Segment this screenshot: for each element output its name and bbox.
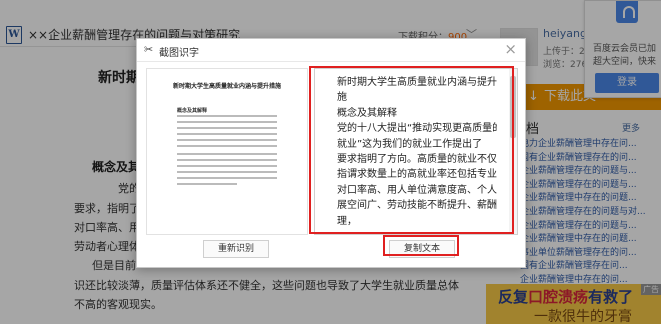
thumbnail-text-line	[177, 133, 277, 135]
thumbnail-text-line	[177, 159, 277, 161]
thumbnail-text-line	[177, 121, 277, 123]
thumbnail-text-line	[177, 115, 277, 117]
close-icon[interactable]: ×	[504, 40, 517, 58]
dialog-title: 截图识字	[159, 48, 199, 59]
highlight-box	[309, 66, 514, 234]
thumbnail-text-line	[177, 177, 277, 179]
thumbnail-title: 新时期大学生高质量就业内涵与提升措施	[172, 83, 281, 90]
thumbnail-text-line	[177, 127, 277, 129]
thumbnail-text-line	[177, 171, 277, 173]
thumbnail-section: 概念及其解释	[177, 108, 208, 114]
thumbnail-text-line	[177, 183, 237, 185]
thumbnail-text-line	[177, 139, 277, 141]
scissors-icon: ✂	[144, 43, 154, 56]
reidentify-button[interactable]: 重新识别	[203, 240, 269, 258]
dialog-header: ✂ 截图识字 ×	[137, 39, 525, 62]
thumbnail-text-line	[177, 165, 277, 167]
highlight-box	[383, 235, 459, 256]
thumbnail-text-line	[177, 153, 277, 155]
thumbnail-text-line	[177, 145, 277, 147]
screenshot-thumbnail: 新时期大学生高质量就业内涵与提升措施 概念及其解释	[146, 68, 308, 235]
